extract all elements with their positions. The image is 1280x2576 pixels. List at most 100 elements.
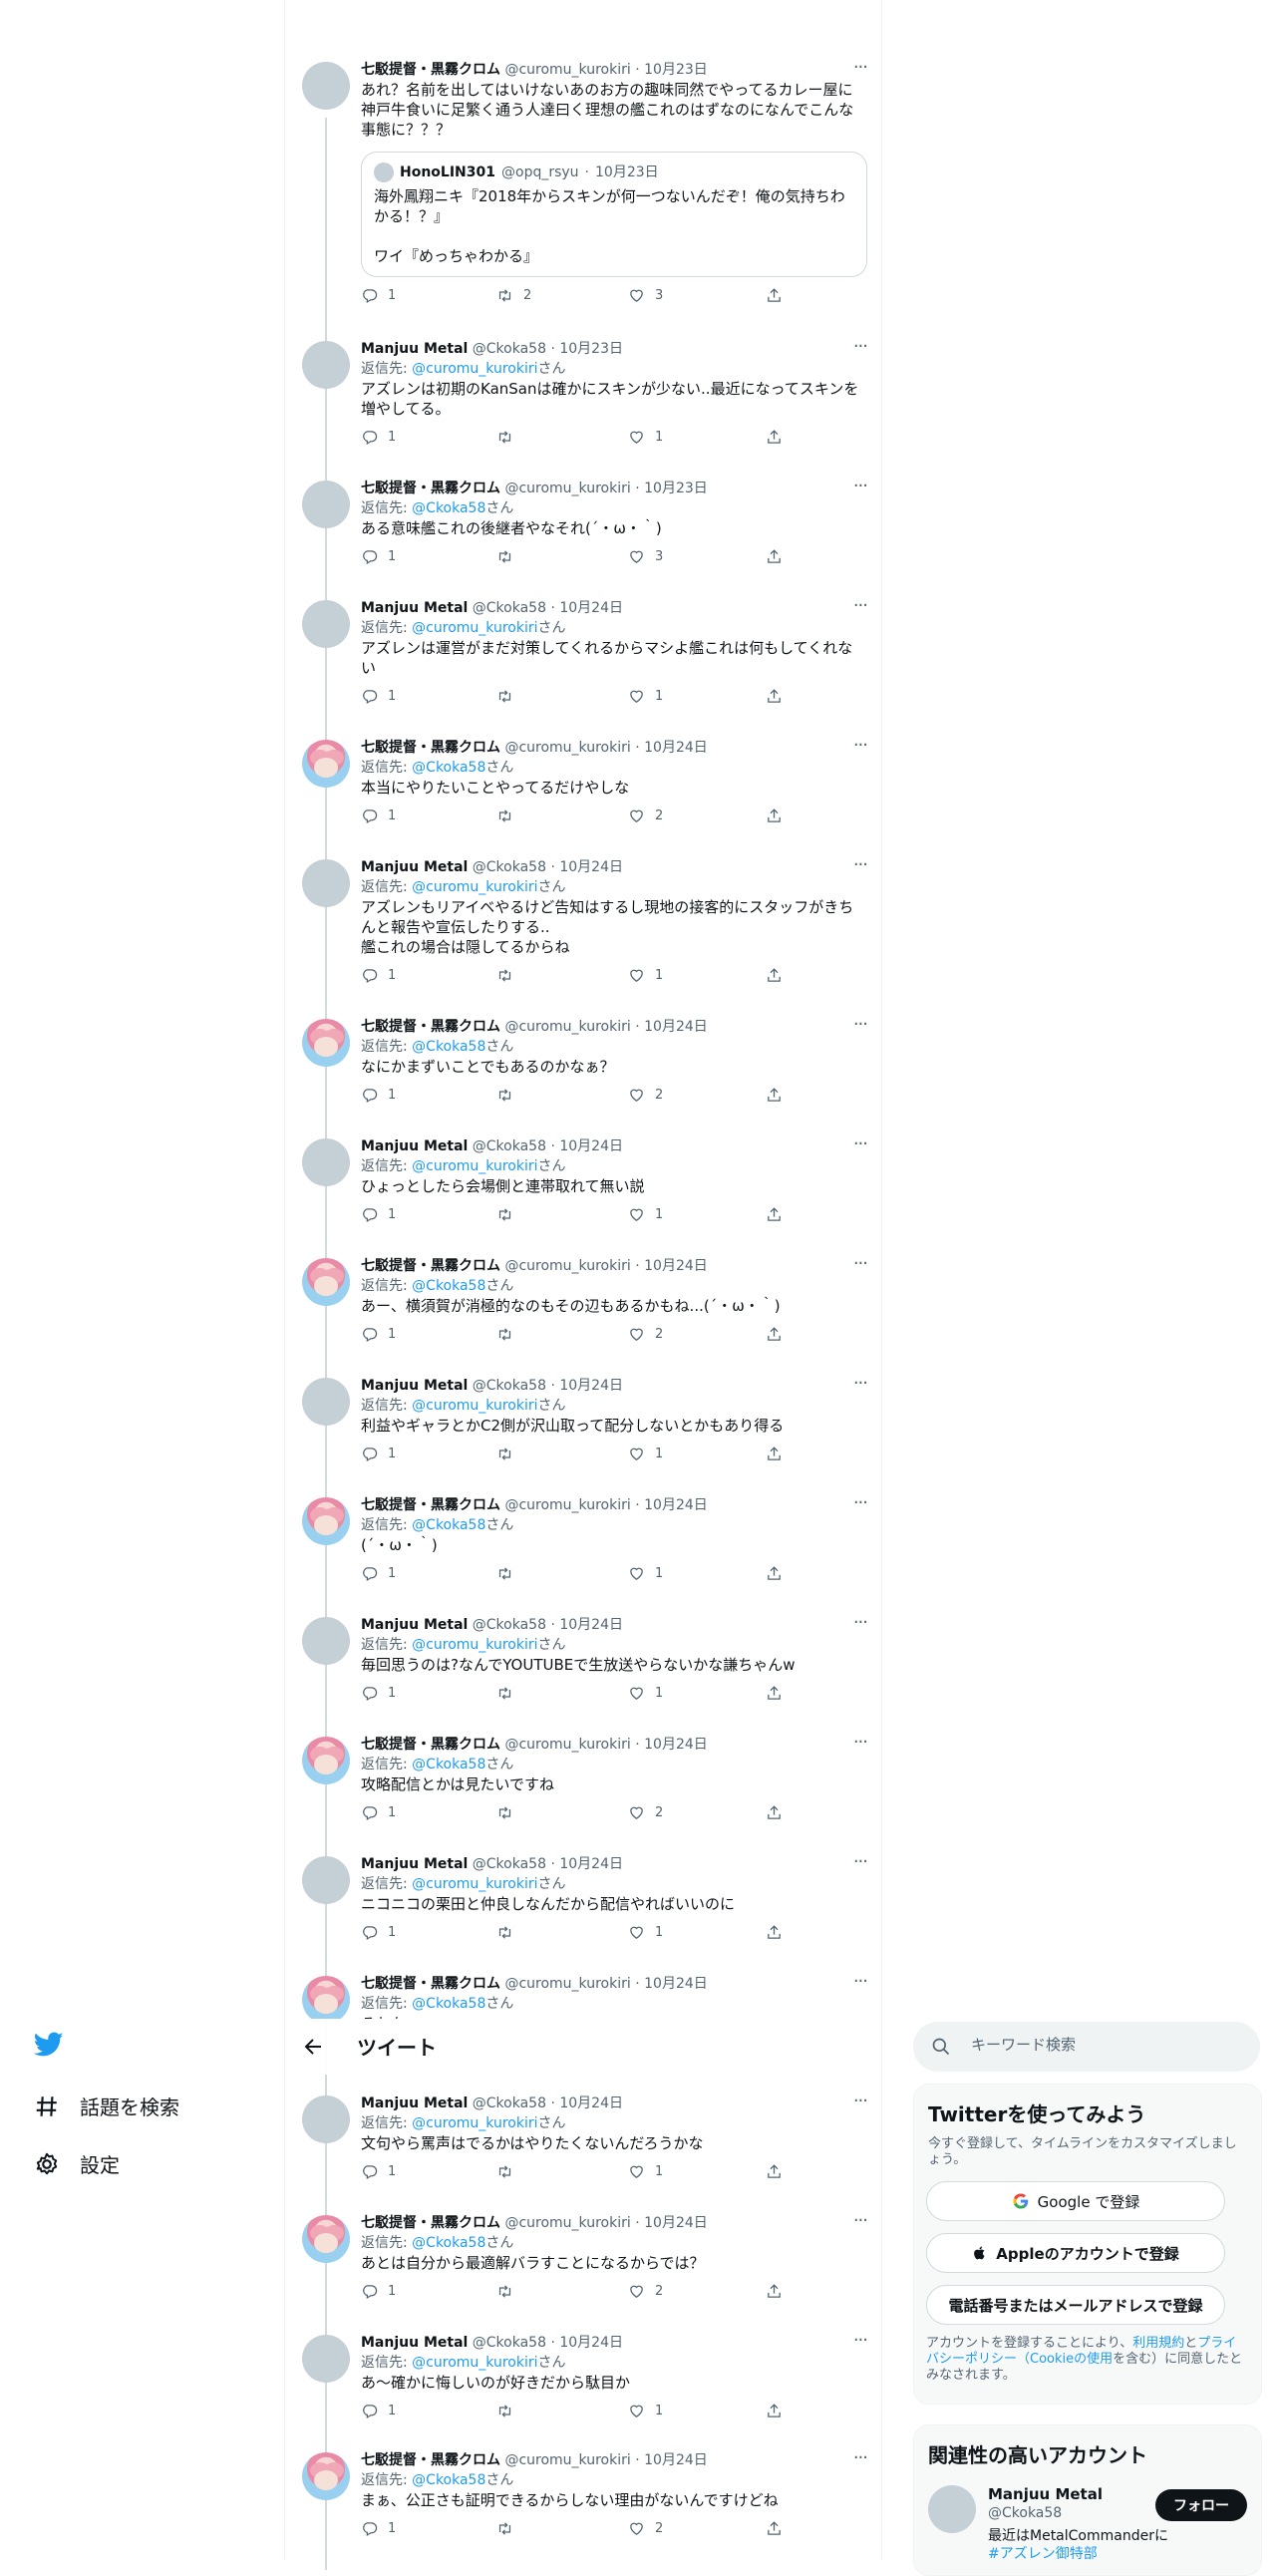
- reply-button[interactable]: 1: [361, 287, 396, 304]
- author-name[interactable]: 七駁提督・黒霧クロム: [361, 740, 500, 756]
- share-button[interactable]: [766, 967, 783, 984]
- nav-explore[interactable]: 話題を検索: [34, 2092, 179, 2120]
- reply-button[interactable]: 1: [361, 2283, 396, 2300]
- author-handle[interactable]: @Ckoka58: [473, 859, 546, 875]
- retweet-button[interactable]: [496, 2163, 523, 2180]
- author-handle[interactable]: @curomu_kurokiri: [504, 62, 630, 78]
- like-button[interactable]: 1: [628, 1446, 663, 1462]
- google-signup-button[interactable]: Google で登録: [926, 2181, 1225, 2221]
- reply-button[interactable]: 1: [361, 2163, 396, 2180]
- reply-mention-link[interactable]: @Ckoka58: [412, 500, 485, 516]
- share-button[interactable]: [766, 2163, 783, 2180]
- back-arrow-icon[interactable]: [301, 2035, 325, 2059]
- reply-button[interactable]: 1: [361, 1326, 396, 1343]
- author-name[interactable]: Manjuu Metal: [361, 2335, 468, 2351]
- more-options-icon[interactable]: ···: [853, 597, 868, 615]
- avatar[interactable]: [302, 481, 350, 528]
- retweet-button[interactable]: [496, 967, 523, 984]
- reply-button[interactable]: 1: [361, 1087, 396, 1104]
- avatar[interactable]: [302, 1856, 350, 1904]
- reply-mention-link[interactable]: @curomu_kurokiri: [412, 2355, 537, 2371]
- like-button[interactable]: 2: [628, 1087, 663, 1104]
- like-button[interactable]: 2: [628, 2283, 663, 2300]
- author-name[interactable]: Manjuu Metal: [361, 1138, 468, 1154]
- more-options-icon[interactable]: ···: [853, 1494, 868, 1512]
- like-button[interactable]: 1: [628, 429, 663, 446]
- retweet-button[interactable]: [496, 2283, 523, 2300]
- nav-settings[interactable]: 設定: [34, 2149, 120, 2178]
- related-account-name[interactable]: Manjuu Metal: [988, 2485, 1103, 2503]
- author-handle[interactable]: @Ckoka58: [473, 341, 546, 357]
- author-handle[interactable]: @curomu_kurokiri: [504, 2215, 630, 2231]
- author-handle[interactable]: @Ckoka58: [473, 2095, 546, 2111]
- author-name[interactable]: 七駁提督・黒霧クロム: [361, 62, 500, 78]
- author-handle[interactable]: @Ckoka58: [473, 600, 546, 616]
- avatar[interactable]: [302, 2335, 350, 2383]
- tweet-date[interactable]: 10月24日: [559, 1138, 623, 1154]
- more-options-icon[interactable]: ···: [853, 2332, 868, 2350]
- more-options-icon[interactable]: ···: [853, 2212, 868, 2230]
- more-options-icon[interactable]: ···: [853, 1135, 868, 1153]
- more-options-icon[interactable]: ···: [853, 1734, 868, 1752]
- more-options-icon[interactable]: ···: [853, 856, 868, 874]
- phone-email-signup-button[interactable]: 電話番号またはメールアドレスで登録: [926, 2285, 1225, 2325]
- avatar[interactable]: [302, 1497, 350, 1545]
- like-button[interactable]: 1: [628, 1565, 663, 1582]
- share-button[interactable]: [766, 1924, 783, 1941]
- author-handle[interactable]: @curomu_kurokiri: [504, 2452, 630, 2468]
- share-button[interactable]: [766, 287, 783, 304]
- author-name[interactable]: 七駁提督・黒霧クロム: [361, 1976, 500, 1992]
- avatar[interactable]: [302, 1258, 350, 1306]
- author-name[interactable]: Manjuu Metal: [361, 341, 468, 357]
- tweet-date[interactable]: 10月23日: [644, 62, 708, 78]
- tweet-date[interactable]: 10月24日: [559, 1378, 623, 1394]
- author-handle[interactable]: @curomu_kurokiri: [504, 1737, 630, 1753]
- author-name[interactable]: Manjuu Metal: [361, 859, 468, 875]
- avatar[interactable]: [302, 1737, 350, 1784]
- reply-mention-link[interactable]: @curomu_kurokiri: [412, 1398, 537, 1414]
- reply-button[interactable]: 1: [361, 1924, 396, 1941]
- author-handle[interactable]: @curomu_kurokiri: [504, 1497, 630, 1513]
- tweet-date[interactable]: 10月24日: [559, 2095, 623, 2111]
- tweet-date[interactable]: 10月24日: [559, 859, 623, 875]
- avatar[interactable]: [302, 2215, 350, 2263]
- author-handle[interactable]: @curomu_kurokiri: [504, 1019, 630, 1035]
- avatar[interactable]: [302, 740, 350, 788]
- like-button[interactable]: 2: [628, 1804, 663, 1821]
- share-button[interactable]: [766, 1685, 783, 1702]
- tweet-date[interactable]: 10月24日: [559, 1617, 623, 1633]
- reply-button[interactable]: 1: [361, 807, 396, 824]
- share-button[interactable]: [766, 2283, 783, 2300]
- like-button[interactable]: 1: [628, 2163, 663, 2180]
- reply-button[interactable]: 1: [361, 2403, 396, 2419]
- author-name[interactable]: Manjuu Metal: [361, 600, 468, 616]
- author-name[interactable]: Manjuu Metal: [361, 1856, 468, 1872]
- reply-mention-link[interactable]: @curomu_kurokiri: [412, 620, 537, 636]
- author-name[interactable]: Manjuu Metal: [361, 1378, 468, 1394]
- retweet-button[interactable]: [496, 1326, 523, 1343]
- reply-mention-link[interactable]: @Ckoka58: [412, 1278, 485, 1294]
- search-input[interactable]: [969, 2035, 1242, 2055]
- author-handle[interactable]: @curomu_kurokiri: [504, 1976, 630, 1992]
- reply-mention-link[interactable]: @curomu_kurokiri: [412, 1158, 537, 1174]
- tweet-date[interactable]: 10月24日: [644, 2215, 708, 2231]
- author-name[interactable]: 七駁提督・黒霧クロム: [361, 2215, 500, 2231]
- reply-mention-link[interactable]: @Ckoka58: [412, 1517, 485, 1533]
- retweet-button[interactable]: [496, 1804, 523, 1821]
- share-button[interactable]: [766, 688, 783, 705]
- retweet-button[interactable]: 2: [496, 287, 531, 304]
- retweet-button[interactable]: [496, 688, 523, 705]
- like-button[interactable]: 3: [628, 548, 663, 565]
- author-name[interactable]: 七駁提督・黒霧クロム: [361, 1737, 500, 1753]
- reply-mention-link[interactable]: @curomu_kurokiri: [412, 1876, 537, 1892]
- avatar[interactable]: [302, 2452, 350, 2500]
- author-name[interactable]: 七駁提督・黒霧クロム: [361, 1497, 500, 1513]
- reply-button[interactable]: 1: [361, 967, 396, 984]
- more-options-icon[interactable]: ···: [853, 2449, 868, 2467]
- share-button[interactable]: [766, 2403, 783, 2419]
- tweet-date[interactable]: 10月23日: [644, 481, 708, 496]
- more-options-icon[interactable]: ···: [853, 59, 868, 77]
- share-button[interactable]: [766, 429, 783, 446]
- more-options-icon[interactable]: ···: [853, 478, 868, 495]
- avatar[interactable]: [302, 859, 350, 907]
